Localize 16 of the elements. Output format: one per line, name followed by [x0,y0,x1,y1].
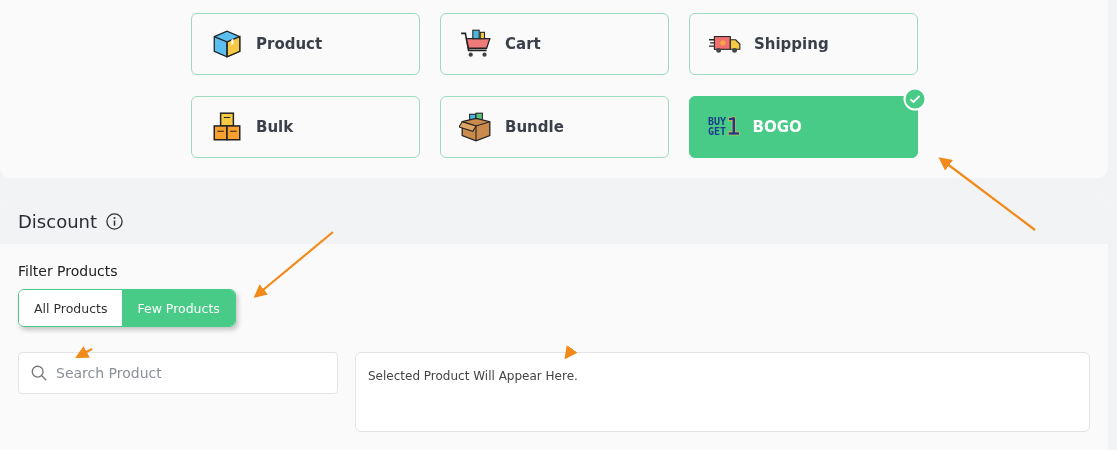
filter-option[interactable]: All Products [19,290,123,326]
annotation-arrow [564,345,578,360]
search-field[interactable]: Search Product [18,352,338,394]
annotation-arrow [75,346,93,359]
check-icon [903,87,927,111]
discount-type-card[interactable]: Shipping [689,13,918,75]
open-box-icon [459,110,493,144]
discount-type-card[interactable]: Cart [440,13,669,75]
search-icon [30,364,48,382]
discount-type-card[interactable]: Bulk [191,96,420,158]
discount-type-card[interactable]: Bundle [440,96,669,158]
selected-products-field[interactable]: Selected Product Will Appear Here. [355,352,1090,432]
info-icon[interactable] [105,212,125,231]
discount-type-card[interactable]: Product [191,13,420,75]
section-title: Discount [18,211,98,232]
filter-label: Filter Products [18,263,118,279]
